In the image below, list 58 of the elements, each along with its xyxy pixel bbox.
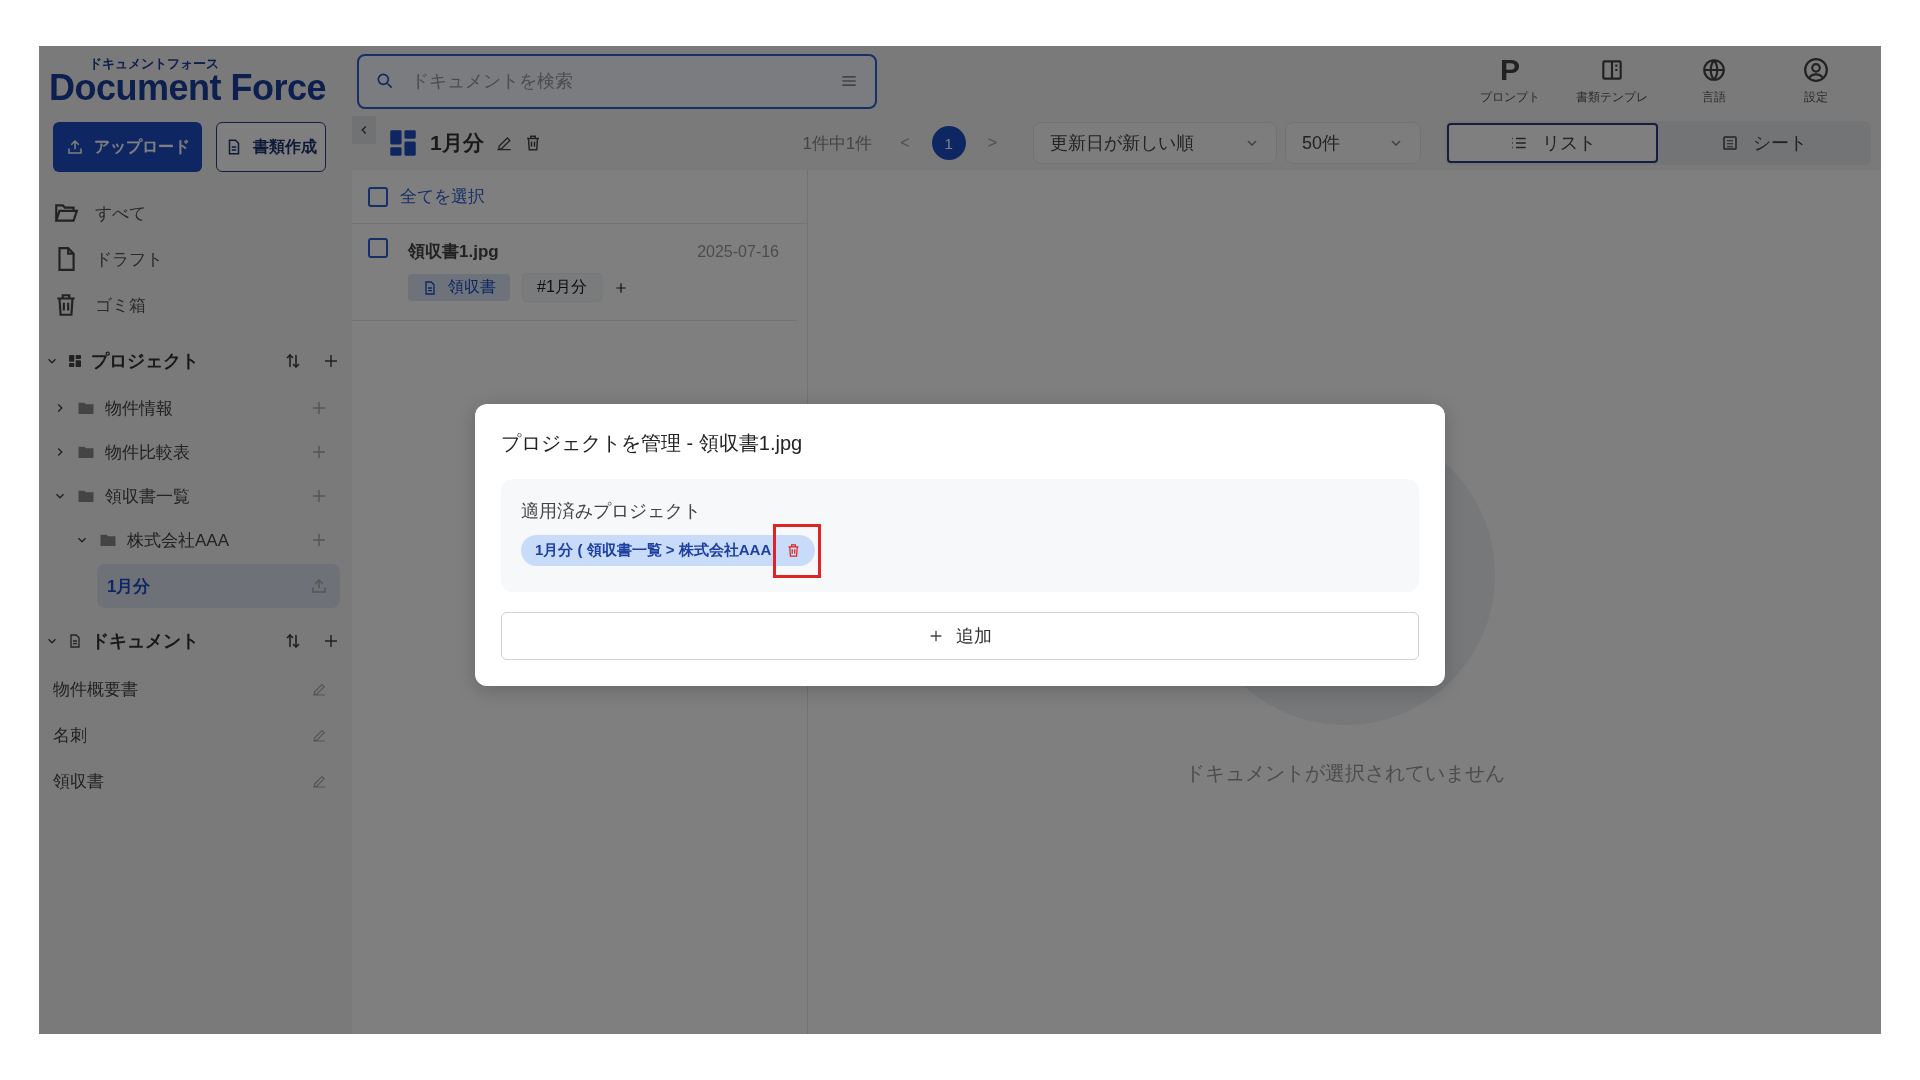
dialog-title: プロジェクトを管理 - 領収書1.jpg [501, 431, 804, 456]
nav-button[interactable]: 設定 [1771, 56, 1861, 106]
project-chip: 1月分 ( 領収書一覧 > 株式会社AAA [521, 535, 816, 566]
previous-page-button[interactable]: < [900, 134, 910, 152]
plus-icon[interactable] [322, 632, 340, 650]
checkbox[interactable] [368, 186, 388, 207]
sort-icon[interactable] [284, 352, 302, 370]
globe-icon [1701, 56, 1727, 83]
collapse-button[interactable] [352, 116, 376, 144]
sidebar-item[interactable]: すべて [53, 190, 340, 236]
sort-icon[interactable] [284, 632, 302, 650]
plus-icon [310, 443, 328, 461]
document-icon [422, 279, 438, 296]
user-icon [1803, 56, 1829, 83]
logo-subtitle: ドキュメントフォース [89, 56, 220, 70]
plus-icon [928, 628, 944, 644]
document-icon [67, 633, 83, 649]
plus-icon [310, 399, 328, 417]
upload-button[interactable]: アップロード [53, 122, 202, 172]
create-button[interactable]: 書類作成 [216, 122, 326, 172]
section-label: 適用済みプロジェクト [521, 500, 702, 523]
view-tab[interactable]: リスト [1447, 123, 1658, 163]
project-title: 1月分 [430, 130, 484, 156]
grid-icon [67, 353, 83, 369]
page-size-dropdown[interactable]: 50件 [1285, 122, 1421, 164]
upload-icon [65, 138, 84, 156]
add-tag-icon[interactable] [613, 280, 628, 295]
section-title: ドキュメント [91, 630, 199, 653]
plus-icon[interactable] [322, 352, 340, 370]
sidebar-item[interactable]: ゴミ箱 [53, 282, 340, 328]
select-all-label[interactable]: 全てを選択 [400, 185, 485, 208]
project-item[interactable]: 1月分 [97, 564, 340, 608]
project-item[interactable]: 株式会社AAA [75, 518, 340, 562]
project-item[interactable]: 物件情報 [53, 386, 340, 430]
plus-icon [310, 531, 328, 549]
add-button[interactable]: 追加 [501, 612, 1419, 660]
file-name[interactable]: 領収書1.jpg [408, 240, 499, 263]
view-tab[interactable]: シート [1658, 123, 1869, 163]
nav-button[interactable]: 書類テンプレ [1567, 56, 1657, 106]
nav-button[interactable]: P プロンプト [1465, 56, 1555, 106]
plus-icon [310, 487, 328, 505]
project-item[interactable]: 領収書一覧 [53, 474, 340, 518]
document-item[interactable]: 領収書 [53, 758, 340, 804]
document-type-tag[interactable]: 領収書 [408, 274, 510, 301]
logo-text: Document Force [49, 69, 328, 106]
sheet-icon [1720, 134, 1739, 152]
sort-dropdown[interactable]: 更新日が新しい順 [1033, 122, 1277, 164]
upload-icon [310, 577, 328, 595]
document-item[interactable]: 物件概要書 [53, 666, 340, 712]
nav-button[interactable]: 言語 [1669, 56, 1759, 106]
next-page-button[interactable]: > [987, 134, 997, 152]
tag[interactable]: #1月分 [522, 273, 602, 302]
section-title: プロジェクト [91, 350, 199, 373]
document-item[interactable]: 名刺 [53, 712, 340, 758]
page-button[interactable]: 1 [931, 126, 966, 160]
checkbox[interactable] [368, 238, 388, 258]
project-item[interactable]: 物件比較表 [53, 430, 340, 474]
sidebar-item[interactable]: ドラフト [53, 236, 340, 282]
